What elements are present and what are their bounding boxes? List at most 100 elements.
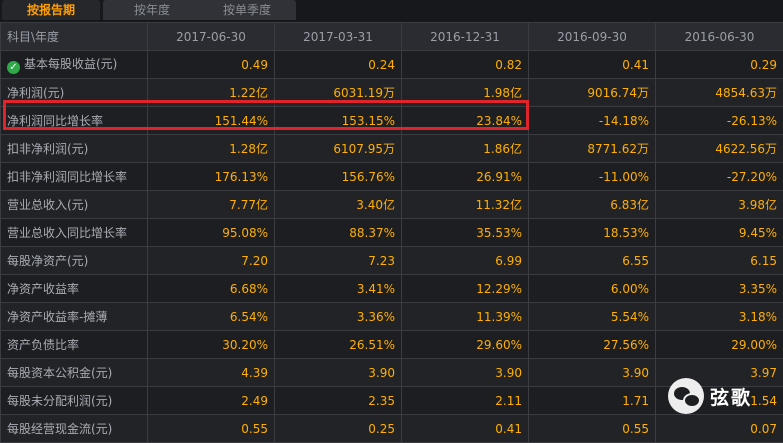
cell-value: 6.54% [148, 303, 275, 331]
watermark: 弦歌 [668, 376, 752, 416]
row-label-text: 净利润(元) [7, 86, 64, 100]
cell-value: 0.07 [656, 415, 783, 443]
cell-value: 3.90 [402, 359, 529, 387]
cell-value: 7.20 [148, 247, 275, 275]
row-label: 每股经营现金流(元) [1, 415, 148, 443]
cell-value: 95.08% [148, 219, 275, 247]
row-label-text: 营业总收入(元) [7, 198, 88, 212]
row-label-text: 资产负债比率 [7, 338, 79, 352]
tab-by-year[interactable]: 按年度 [103, 0, 201, 20]
wechat-icon [668, 378, 704, 414]
cell-value: 6031.19万 [275, 79, 402, 107]
table-row[interactable]: 扣非净利润同比增长率176.13%156.76%26.91%-11.00%-27… [1, 163, 783, 191]
cell-value: 1.28亿 [148, 135, 275, 163]
table-row[interactable]: 营业总收入(元)7.77亿3.40亿11.32亿6.83亿3.98亿 [1, 191, 783, 219]
header-period[interactable]: 2017-06-30 [148, 23, 275, 51]
cell-value: 0.29 [656, 51, 783, 79]
row-label: 净资产收益率-摊薄 [1, 303, 148, 331]
table-row[interactable]: 净利润(元) 1.22亿6031.19万1.98亿9016.74万4854.63万 [1, 79, 783, 107]
row-label-text: 基本每股收益(元) [24, 57, 117, 71]
table-row[interactable]: 资产负债比率30.20%26.51%29.60%27.56%29.00% [1, 331, 783, 359]
table-row[interactable]: 净资产收益率-摊薄6.54%3.36%11.39%5.54%3.18% [1, 303, 783, 331]
cell-value: 29.00% [656, 331, 783, 359]
table-row[interactable]: 净利润同比增长率151.44%153.15%23.84%-14.18%-26.1… [1, 107, 783, 135]
cell-value: 1.98亿 [402, 79, 529, 107]
row-label-text: 扣非净利润同比增长率 [7, 170, 127, 184]
table-row[interactable]: 扣非净利润(元)1.28亿6107.95万1.86亿8771.62万4622.5… [1, 135, 783, 163]
cell-value: -27.20% [656, 163, 783, 191]
table-row[interactable]: ✓基本每股收益(元)0.490.240.820.410.29 [1, 51, 783, 79]
cell-value: 0.82 [402, 51, 529, 79]
cell-value: 3.36% [275, 303, 402, 331]
row-label-text: 净资产收益率-摊薄 [7, 310, 107, 324]
cell-value: 6.99 [402, 247, 529, 275]
header-period[interactable]: 2016-09-30 [529, 23, 656, 51]
table-row[interactable]: 每股净资产(元)7.207.236.996.556.15 [1, 247, 783, 275]
cell-value: 30.20% [148, 331, 275, 359]
row-label-text: 每股未分配利润(元) [7, 394, 112, 408]
row-label: 资产负债比率 [1, 331, 148, 359]
cell-value: 2.49 [148, 387, 275, 415]
check-icon: ✓ [7, 61, 20, 74]
row-label: 扣非净利润(元) [1, 135, 148, 163]
table-row[interactable]: 每股资本公积金(元)4.393.903.903.903.97 [1, 359, 783, 387]
table-row[interactable]: 每股未分配利润(元)2.492.352.111.711.54 [1, 387, 783, 415]
cell-value: -11.00% [529, 163, 656, 191]
cell-value: 2.11 [402, 387, 529, 415]
row-label-text: 净利润同比增长率 [7, 114, 103, 128]
cell-value: 176.13% [148, 163, 275, 191]
row-label-text: 每股资本公积金(元) [7, 366, 112, 380]
cell-value: 11.32亿 [402, 191, 529, 219]
row-label-text: 扣非净利润(元) [7, 142, 88, 156]
row-label-text: 净资产收益率 [7, 282, 79, 296]
header-period[interactable]: 2016-12-31 [402, 23, 529, 51]
table-row[interactable]: 营业总收入同比增长率95.08%88.37%35.53%18.53%9.45% [1, 219, 783, 247]
cell-value: 12.29% [402, 275, 529, 303]
cell-value: 4854.63万 [656, 79, 783, 107]
cell-value: 3.18% [656, 303, 783, 331]
financial-summary-table: 科目\年度 2017-06-30 2017-03-31 2016-12-31 2… [0, 22, 783, 443]
table-header-row: 科目\年度 2017-06-30 2017-03-31 2016-12-31 2… [1, 23, 783, 51]
cell-value: 26.91% [402, 163, 529, 191]
table-row[interactable]: 净资产收益率6.68%3.41%12.29%6.00%3.35% [1, 275, 783, 303]
header-item-label: 科目\年度 [1, 23, 148, 51]
cell-value: 2.35 [275, 387, 402, 415]
cell-value: 9016.74万 [529, 79, 656, 107]
cell-value: -26.13% [656, 107, 783, 135]
cell-value: 3.98亿 [656, 191, 783, 219]
cell-value: 151.44% [148, 107, 275, 135]
cell-value: 9.45% [656, 219, 783, 247]
cell-value: 6107.95万 [275, 135, 402, 163]
watermark-text: 弦歌 [710, 383, 752, 410]
cell-value: 0.41 [402, 415, 529, 443]
report-tab-bar: 按报告期 按年度 按单季度 [0, 0, 783, 22]
tab-by-report-period[interactable]: 按报告期 [2, 0, 100, 20]
cell-value: 6.83亿 [529, 191, 656, 219]
header-period[interactable]: 2016-06-30 [656, 23, 783, 51]
cell-value: 0.55 [148, 415, 275, 443]
cell-value: 3.35% [656, 275, 783, 303]
row-label: 每股净资产(元) [1, 247, 148, 275]
row-label-text: 营业总收入同比增长率 [7, 226, 127, 240]
cell-value: 153.15% [275, 107, 402, 135]
tab-by-quarter[interactable]: 按单季度 [198, 0, 296, 20]
cell-value: 29.60% [402, 331, 529, 359]
cell-value: 3.90 [275, 359, 402, 387]
table-row[interactable]: 每股经营现金流(元)0.550.250.410.550.07 [1, 415, 783, 443]
header-period[interactable]: 2017-03-31 [275, 23, 402, 51]
cell-value: 1.22亿 [148, 79, 275, 107]
cell-value: 23.84% [402, 107, 529, 135]
cell-value: 5.54% [529, 303, 656, 331]
cell-value: 6.00% [529, 275, 656, 303]
cell-value: 6.55 [529, 247, 656, 275]
cell-value: 18.53% [529, 219, 656, 247]
cell-value: 27.56% [529, 331, 656, 359]
cell-value: 0.41 [529, 51, 656, 79]
row-label: 净资产收益率 [1, 275, 148, 303]
cell-value: 4.39 [148, 359, 275, 387]
row-label: 净利润同比增长率 [1, 107, 148, 135]
cell-value: 7.23 [275, 247, 402, 275]
row-label: 扣非净利润同比增长率 [1, 163, 148, 191]
cell-value: 0.55 [529, 415, 656, 443]
row-label: 每股未分配利润(元) [1, 387, 148, 415]
